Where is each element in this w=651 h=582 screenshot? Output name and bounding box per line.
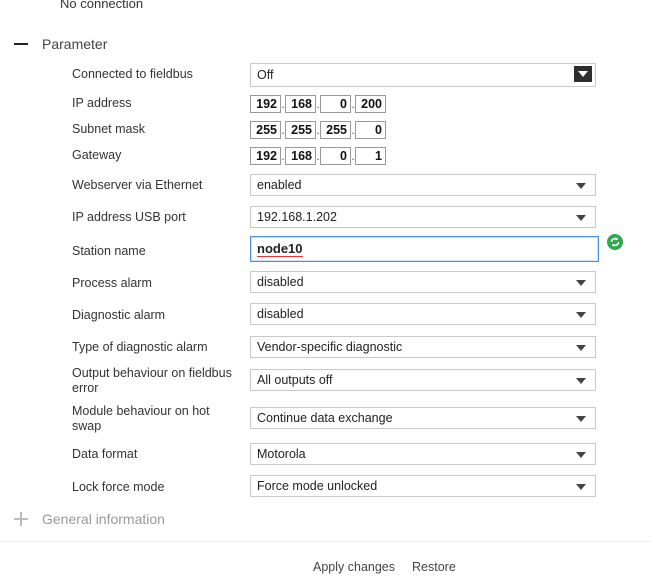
label-diag-type: Type of diagnostic alarm: [72, 340, 208, 354]
label-subnet-mask: Subnet mask: [72, 122, 145, 136]
station-name-input[interactable]: node10: [250, 236, 599, 262]
ip-usb-select[interactable]: 192.168.1.202: [250, 206, 596, 228]
process-alarm-select[interactable]: disabled: [250, 271, 596, 293]
connection-status: No connection: [60, 0, 144, 11]
footer-bar: Apply changes Restore: [0, 541, 651, 582]
label-ip-address: IP address: [72, 96, 132, 110]
ip-octet-4[interactable]: 200: [355, 95, 386, 113]
label-lock-force: Lock force mode: [72, 480, 165, 494]
dropdown-caret-icon[interactable]: [574, 66, 592, 82]
restore-button[interactable]: Restore: [412, 560, 456, 574]
chevron-down-icon[interactable]: [576, 484, 586, 490]
parameter-section-header[interactable]: Parameter: [10, 34, 107, 54]
label-connected-to-fieldbus: Connected to fieldbus: [72, 67, 193, 81]
label-output-behaviour: Output behaviour on fieldbus error: [72, 366, 232, 395]
section-title: Parameter: [42, 36, 108, 52]
refresh-icon[interactable]: [607, 234, 623, 250]
chevron-down-icon[interactable]: [576, 312, 586, 318]
gateway-octet-2[interactable]: 168: [285, 147, 316, 165]
data-format-select[interactable]: Motorola: [250, 443, 596, 465]
ip-octet-2[interactable]: 168: [285, 95, 316, 113]
chevron-down-icon[interactable]: [576, 452, 586, 458]
collapsed-section-title: General information: [42, 511, 165, 527]
output-behaviour-value: All outputs off: [257, 373, 333, 387]
webserver-value: enabled: [257, 178, 302, 192]
label-diagnostic-alarm: Diagnostic alarm: [72, 308, 166, 322]
label-webserver: Webserver via Ethernet: [72, 178, 203, 192]
lock-force-value: Force mode unlocked: [257, 479, 378, 493]
label-gateway: Gateway: [72, 148, 122, 162]
lock-force-select[interactable]: Force mode unlocked: [250, 475, 596, 497]
module-behaviour-select[interactable]: Continue data exchange: [250, 407, 596, 429]
diag-type-select[interactable]: Vendor-specific diagnostic: [250, 336, 596, 358]
chevron-down-icon[interactable]: [576, 215, 586, 221]
subnet-octet-3[interactable]: 255: [320, 121, 351, 139]
gateway-octet-3[interactable]: 0: [320, 147, 351, 165]
process-alarm-value: disabled: [257, 275, 304, 289]
chevron-down-icon[interactable]: [576, 378, 586, 384]
ip-usb-value: 192.168.1.202: [257, 210, 337, 224]
subnet-mask-input[interactable]: 255. 255. 255. 0: [250, 120, 386, 140]
diag-type-value: Vendor-specific diagnostic: [257, 340, 403, 354]
collapse-minus-icon[interactable]: [14, 43, 28, 45]
label-data-format: Data format: [72, 447, 138, 461]
gateway-input[interactable]: 192. 168. 0. 1: [250, 146, 386, 166]
ip-address-input[interactable]: 192. 168. 0. 200: [250, 94, 386, 114]
gateway-octet-4[interactable]: 1: [355, 147, 386, 165]
gateway-octet-1[interactable]: 192: [250, 147, 281, 165]
diagnostic-alarm-select[interactable]: disabled: [250, 303, 596, 325]
chevron-down-icon[interactable]: [576, 183, 586, 189]
label-ip-usb: IP address USB port: [72, 210, 186, 224]
subnet-octet-2[interactable]: 255: [285, 121, 316, 139]
connected-to-fieldbus-select[interactable]: Off: [250, 63, 596, 87]
chevron-down-icon[interactable]: [576, 280, 586, 286]
chevron-down-icon[interactable]: [576, 345, 586, 351]
diagnostic-alarm-value: disabled: [257, 307, 304, 321]
label-module-behaviour: Module behaviour on hot swap: [72, 404, 210, 433]
general-information-section-header[interactable]: General information: [10, 511, 165, 527]
label-station-name: Station name: [72, 244, 146, 258]
ip-octet-3[interactable]: 0: [320, 95, 351, 113]
chevron-down-icon[interactable]: [576, 416, 586, 422]
subnet-octet-1[interactable]: 255: [250, 121, 281, 139]
label-process-alarm: Process alarm: [72, 276, 152, 290]
apply-changes-button[interactable]: Apply changes: [313, 560, 395, 574]
module-behaviour-value: Continue data exchange: [257, 411, 393, 425]
webserver-select[interactable]: enabled: [250, 174, 596, 196]
station-name-value: node10: [257, 240, 303, 257]
expand-plus-icon[interactable]: [14, 512, 28, 526]
connected-to-fieldbus-value: Off: [257, 68, 274, 82]
ip-octet-1[interactable]: 192: [250, 95, 281, 113]
data-format-value: Motorola: [257, 447, 306, 461]
subnet-octet-4[interactable]: 0: [355, 121, 386, 139]
output-behaviour-select[interactable]: All outputs off: [250, 369, 596, 391]
